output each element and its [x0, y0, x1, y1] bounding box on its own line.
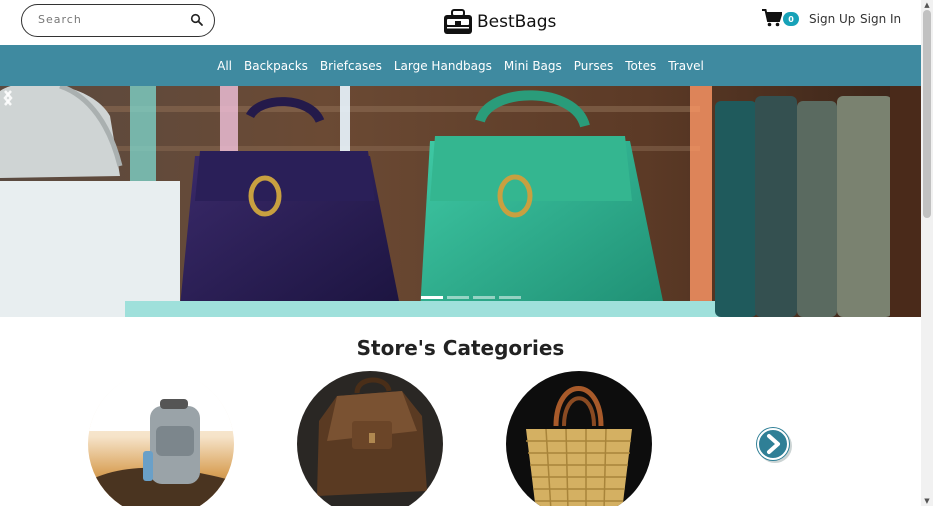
carousel-indicator[interactable]: [473, 296, 495, 299]
nav-item-purses[interactable]: Purses: [568, 59, 619, 73]
scroll-up-icon[interactable]: ▲: [923, 1, 931, 9]
scrollbar-thumb[interactable]: [923, 10, 931, 218]
cart-count-badge: 0: [783, 12, 799, 26]
search-box[interactable]: [21, 4, 215, 37]
nav-item-large-handbags[interactable]: Large Handbags: [388, 59, 498, 73]
hero-carousel: [0, 86, 921, 317]
nav-item-totes[interactable]: Totes: [619, 59, 662, 73]
search-icon[interactable]: [190, 13, 204, 27]
category-image: [88, 371, 234, 506]
carousel-indicator[interactable]: [421, 296, 443, 299]
hero-slide-image: [0, 86, 921, 317]
nav-item-backpacks[interactable]: Backpacks: [238, 59, 314, 73]
cart-icon[interactable]: [762, 9, 782, 27]
nav-item-mini-bags[interactable]: Mini Bags: [498, 59, 568, 73]
carousel-indicator[interactable]: [499, 296, 521, 299]
carousel-indicators: [421, 296, 521, 299]
site-header: BestBags 0 Sign Up Sign In: [0, 0, 921, 45]
bag-logo-icon: [444, 9, 472, 34]
sign-in-link[interactable]: Sign In: [860, 12, 901, 26]
category-image: [297, 371, 443, 506]
category-briefcases[interactable]: [297, 371, 443, 506]
categories-title: Store's Categories: [356, 336, 565, 360]
category-totes[interactable]: [506, 371, 652, 506]
brand[interactable]: BestBags: [443, 8, 556, 36]
carousel-indicator[interactable]: [447, 296, 469, 299]
category-image: [506, 371, 652, 506]
arrow-circle-right-icon[interactable]: [755, 425, 793, 463]
category-nav: All Backpacks Briefcases Large Handbags …: [0, 45, 921, 86]
nav-item-all[interactable]: All: [211, 59, 238, 73]
category-backpacks[interactable]: [88, 371, 234, 506]
brand-name: BestBags: [477, 12, 557, 32]
nav-item-briefcases[interactable]: Briefcases: [314, 59, 388, 73]
sign-up-link[interactable]: Sign Up: [809, 12, 855, 26]
page-scrollbar[interactable]: ▲ ▼: [921, 0, 933, 506]
search-input[interactable]: [38, 13, 188, 26]
nav-item-travel[interactable]: Travel: [662, 59, 710, 73]
scroll-down-icon[interactable]: ▼: [923, 497, 931, 505]
chevron-right-icon[interactable]: [0, 86, 16, 110]
